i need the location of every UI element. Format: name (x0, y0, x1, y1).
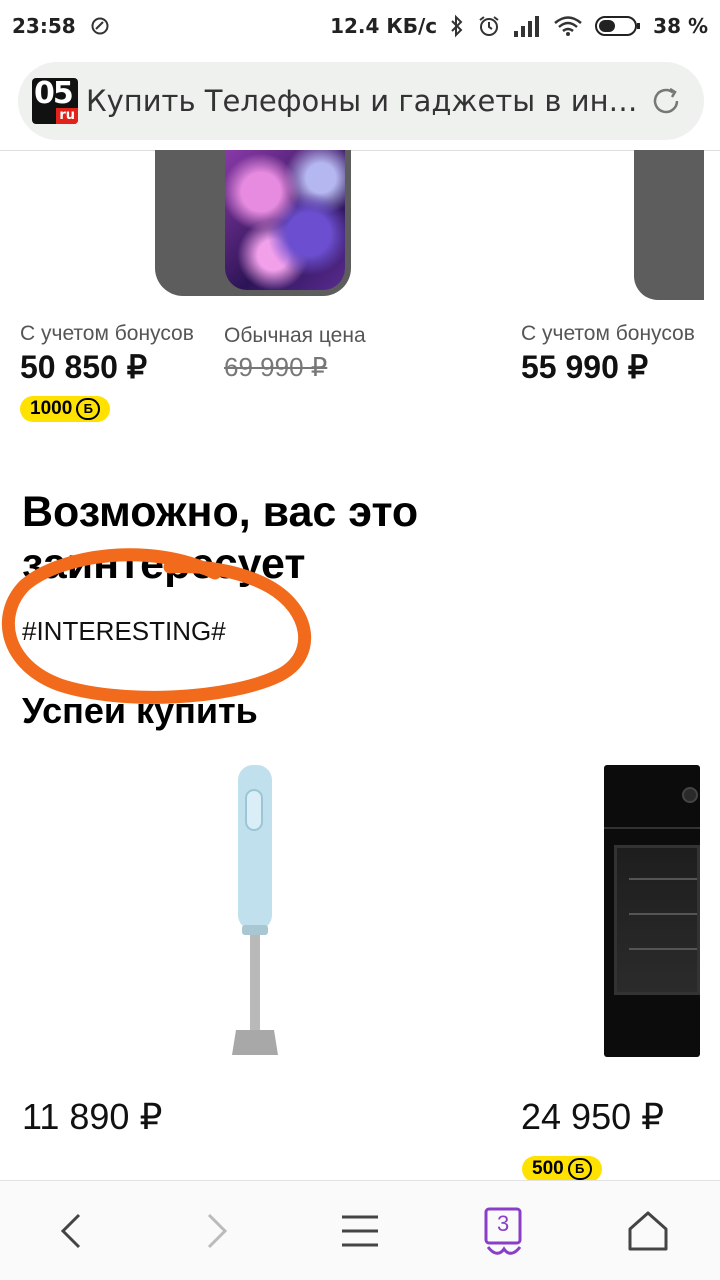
chevron-left-icon (60, 1213, 81, 1248)
product-price-block-2: С учетом бонусов 55 990 ₽ (521, 322, 695, 386)
regular-price-label: Обычная цена (224, 324, 366, 347)
regular-price-block: Обычная цена 69 990 ₽ (224, 324, 366, 383)
bonus-badge-2: 500 Б (522, 1156, 602, 1182)
bonus-coin-icon: Б (76, 398, 101, 420)
bonus-amount-2: 500 (532, 1158, 564, 1179)
address-bar[interactable]: 05 ru Купить Телефоны и гаджеты в инте..… (18, 62, 704, 140)
product-image-phone-2[interactable] (634, 150, 704, 300)
regular-price: 69 990 ₽ (224, 352, 328, 382)
divider (0, 150, 720, 151)
chevron-right-icon (207, 1213, 228, 1248)
logo-suffix: ru (56, 108, 78, 124)
battery-percent: 38 % (653, 14, 708, 38)
product-price-2: 55 990 ₽ (521, 349, 649, 385)
bonus-coin-icon-2: Б (567, 1158, 592, 1180)
logo-number: 05 (34, 78, 74, 111)
bonus-amount: 1000 (30, 398, 73, 419)
page-title[interactable]: Купить Телефоны и гаджеты в инте... (86, 84, 646, 118)
bonus-price-label: С учетом бонусов (20, 322, 194, 345)
reload-icon[interactable] (646, 81, 686, 121)
product-price-3: 11 890 ₽ (22, 1096, 163, 1137)
browser-bottom-nav: 3 (0, 1180, 720, 1280)
product-image-blender[interactable] (226, 765, 284, 1060)
product-price: 50 850 ₽ (20, 349, 148, 385)
clock-alert-icon (90, 16, 110, 36)
back-button[interactable] (32, 1191, 112, 1271)
home-button[interactable] (608, 1191, 688, 1271)
status-time: 23:58 (12, 14, 76, 38)
bonus-badge: 1000 Б (20, 396, 111, 422)
tabs-button[interactable]: 3 (464, 1191, 544, 1271)
product-image-phone[interactable] (155, 150, 351, 296)
section-title-hurry: Успей купить (22, 690, 258, 731)
bluetooth-icon (449, 14, 465, 38)
forward-button[interactable] (176, 1191, 256, 1271)
net-speed: 12.4 КБ/с (330, 14, 438, 38)
tabs-count: 3 (497, 1210, 510, 1236)
site-logo: 05 ru (32, 78, 78, 124)
product-image-oven[interactable] (604, 765, 700, 1057)
battery-icon (595, 15, 641, 37)
home-icon (628, 1211, 668, 1250)
product-price-block-1: С учетом бонусов 50 850 ₽ 1000 Б (20, 322, 194, 422)
signal-icon (513, 15, 541, 37)
menu-button[interactable] (320, 1191, 400, 1271)
alarm-icon (477, 14, 501, 38)
section-title-interesting: Возможно, вас это заинтересует (22, 488, 419, 588)
interesting-placeholder: #INTERESTING# (22, 616, 226, 646)
product-price-4: 24 950 ₽ (521, 1096, 665, 1137)
menu-icon (342, 1215, 378, 1246)
status-bar: 23:58 12.4 КБ/с 38 % (0, 0, 720, 52)
bonus-price-label-2: С учетом бонусов (521, 322, 695, 345)
wifi-icon (553, 15, 583, 37)
